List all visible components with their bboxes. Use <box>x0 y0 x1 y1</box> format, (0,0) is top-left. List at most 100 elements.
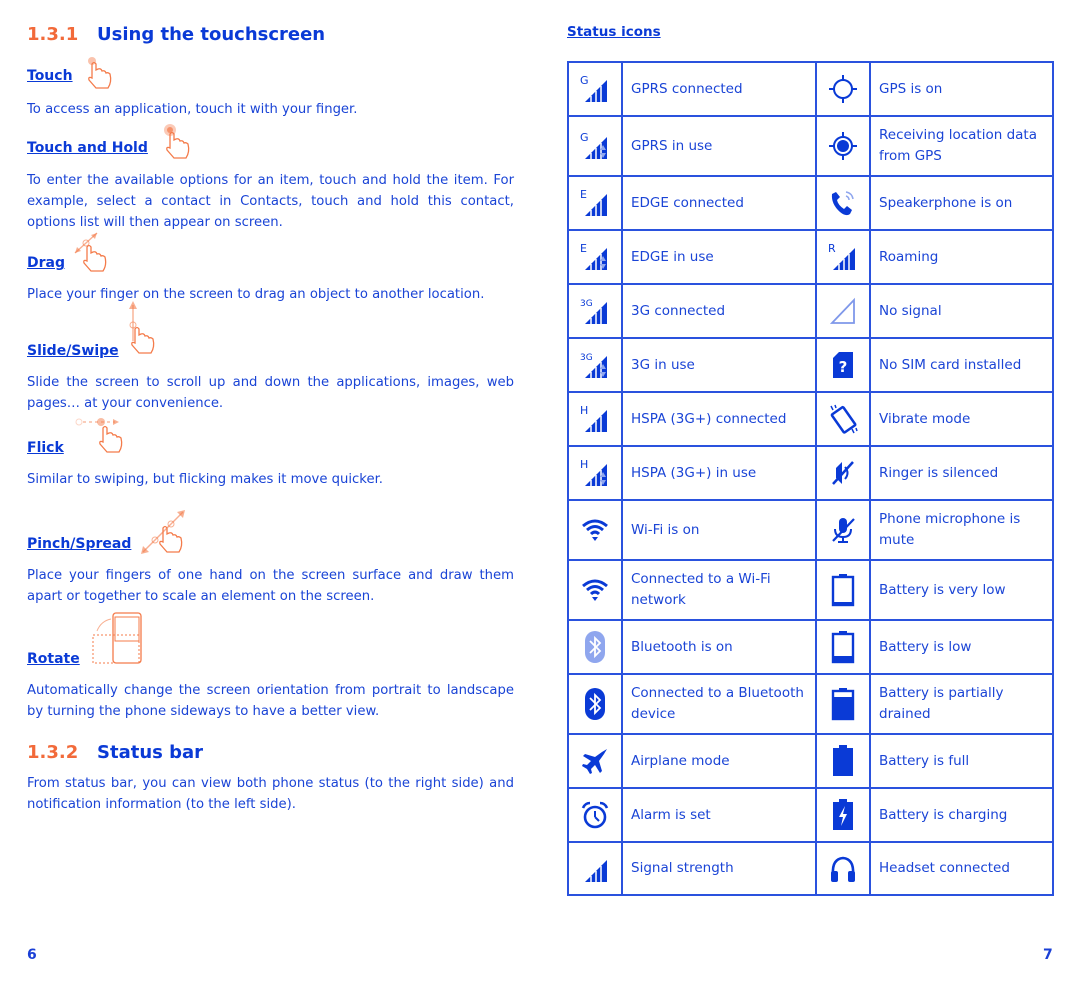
status-icons-row: E EDGE connected Speakerphone is on <box>567 175 1054 231</box>
status-icons-row: Signal strength Headset connected <box>567 841 1054 896</box>
status-label: Alarm is set <box>621 787 817 843</box>
status-label: Battery is full <box>869 733 1054 789</box>
section-number: 1.3.1 <box>27 24 79 45</box>
svg-text:?: ? <box>839 358 848 376</box>
section-heading-1-3-1: 1.3.1 Using the touchscreen <box>27 24 325 45</box>
battery-partial-icon <box>817 687 869 721</box>
icon-cell: ? <box>815 337 871 393</box>
icon-cell <box>567 733 623 789</box>
gps-on-icon <box>817 74 869 104</box>
icon-cell: E <box>567 229 623 285</box>
status-label: Battery is low <box>869 619 1054 675</box>
icon-cell: R <box>815 229 871 285</box>
battery-charging-icon <box>817 798 869 832</box>
page-number-right: 7 <box>1043 947 1053 963</box>
swipe-gesture-icon <box>123 301 163 361</box>
speakerphone-icon <box>817 188 869 218</box>
3g-connected-icon: 3G <box>569 296 621 326</box>
gesture-description: Slide the screen to scroll up and down t… <box>27 375 514 411</box>
gesture-heading-touch-and-hold: Touch and Hold <box>27 140 148 156</box>
status-label: Connected to a Bluetooth device <box>621 673 817 735</box>
vibrate-icon <box>817 403 869 435</box>
icon-cell <box>815 673 871 735</box>
status-icons-row: H HSPA (3G+) connected Vibrate mode <box>567 391 1054 447</box>
svg-text:G: G <box>580 74 589 87</box>
icon-cell <box>815 499 871 561</box>
battery-very-low-icon <box>817 573 869 607</box>
gesture-heading-flick: Flick <box>27 440 64 456</box>
icon-cell <box>567 787 623 843</box>
gesture-heading-slide-swipe: Slide/Swipe <box>27 343 119 359</box>
status-icons-row: Connected to a Wi-Fi network Battery is v… <box>567 559 1054 621</box>
icon-cell <box>567 499 623 561</box>
svg-text:G: G <box>580 131 589 144</box>
wifi-connected-icon <box>569 577 621 603</box>
status-label: No SIM card installed <box>869 337 1054 393</box>
pinch-gesture-icon <box>137 506 193 562</box>
gesture-description: Automatically change the screen orientat… <box>27 683 514 719</box>
status-label: No signal <box>869 283 1054 339</box>
status-label: 3G connected <box>621 283 817 339</box>
svg-text:E: E <box>580 188 587 201</box>
no-sim-icon: ? <box>817 350 869 380</box>
touch-gesture-icon <box>83 56 119 96</box>
status-label: GPS is on <box>869 61 1054 117</box>
gesture-description: Place your fingers of one hand on the sc… <box>27 568 514 604</box>
status-icons-row: H HSPA (3G+) in use Ringer is silenced <box>567 445 1054 501</box>
status-label: EDGE in use <box>621 229 817 285</box>
status-icons-row: Alarm is set Battery is charging <box>567 787 1054 843</box>
status-label: 3G in use <box>621 337 817 393</box>
status-label: HSPA (3G+) connected <box>621 391 817 447</box>
bluetooth-connected-icon <box>569 687 621 721</box>
icon-cell: 3G <box>567 283 623 339</box>
gesture-description: Similar to swiping, but flicking makes i… <box>27 472 383 487</box>
svg-text:3G: 3G <box>580 299 593 309</box>
status-label: HSPA (3G+) in use <box>621 445 817 501</box>
icon-cell: H <box>567 445 623 501</box>
signal-strength-icon <box>569 854 621 884</box>
gprs-in-use-icon: G <box>569 131 621 161</box>
status-label: Connected to a Wi-Fi network <box>621 559 817 621</box>
status-label: Phone microphone is mute <box>869 499 1054 561</box>
status-bar-description: From status bar, you can view both phone… <box>27 776 514 812</box>
status-icons-row: Wi-Fi is on Phone microphone is mute <box>567 499 1054 561</box>
icon-cell <box>815 283 871 339</box>
roaming-icon: R <box>817 242 869 272</box>
icon-cell <box>815 61 871 117</box>
icon-cell: 3G <box>567 337 623 393</box>
status-label: Battery is charging <box>869 787 1054 843</box>
status-label: Wi-Fi is on <box>621 499 817 561</box>
gesture-description: Place your finger on the screen to drag … <box>27 287 485 302</box>
status-label: Bluetooth is on <box>621 619 817 675</box>
status-label: Signal strength <box>621 841 817 896</box>
airplane-icon <box>569 746 621 776</box>
icon-cell <box>815 619 871 675</box>
status-icons-row: G GPRS connected GPS is on <box>567 61 1054 117</box>
icon-cell: G <box>567 61 623 117</box>
icon-cell <box>815 787 871 843</box>
hspa-in-use-icon: H <box>569 458 621 488</box>
status-label: Speakerphone is on <box>869 175 1054 231</box>
gprs-connected-icon: G <box>569 74 621 104</box>
touch-hold-gesture-icon <box>161 124 201 168</box>
icon-cell <box>815 559 871 621</box>
icon-cell <box>815 445 871 501</box>
section-title: Status bar <box>97 742 204 763</box>
icon-cell <box>567 841 623 896</box>
icon-cell <box>567 559 623 621</box>
status-icons-row: Airplane mode Battery is full <box>567 733 1054 789</box>
status-icons-row: E EDGE in use R Roaming <box>567 229 1054 285</box>
bluetooth-on-icon <box>569 630 621 664</box>
icon-cell <box>815 733 871 789</box>
status-icons-row: 3G 3G connected No signal <box>567 283 1054 339</box>
gesture-description: To enter the available options for an it… <box>27 173 514 230</box>
drag-gesture-icon <box>71 231 115 279</box>
gesture-heading-rotate: Rotate <box>27 651 80 667</box>
icon-cell: H <box>567 391 623 447</box>
status-icons-row: Bluetooth is on Battery is low <box>567 619 1054 675</box>
gesture-description: To access an application, touch it with … <box>27 102 358 117</box>
status-icons-row: G GPRS in use Receiving location data from… <box>567 115 1054 177</box>
icon-cell <box>567 673 623 735</box>
icon-cell <box>567 619 623 675</box>
wifi-on-icon <box>569 517 621 543</box>
